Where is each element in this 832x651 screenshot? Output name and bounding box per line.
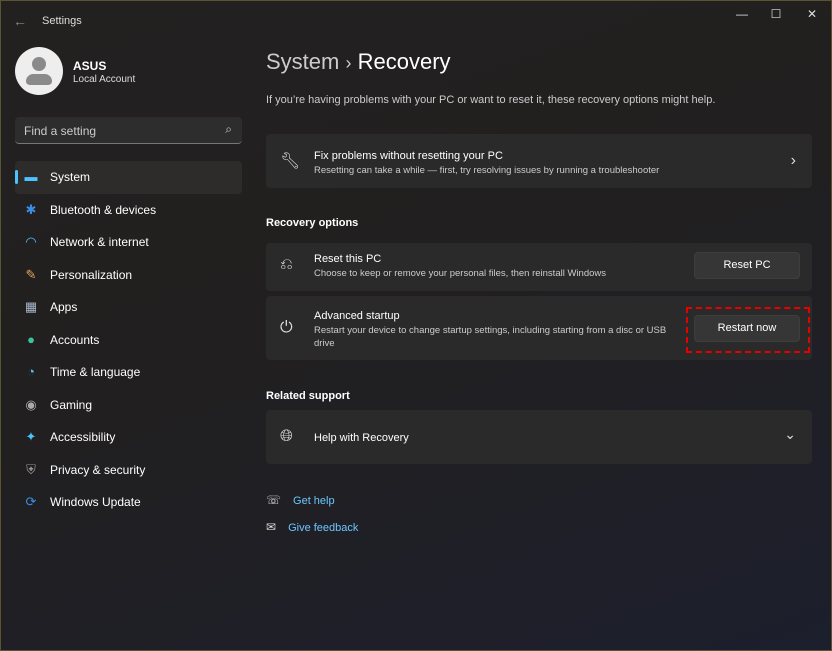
reset-pc-card: ⎌ Reset this PC Choose to keep or remove… — [266, 243, 812, 291]
search-placeholder: Find a setting — [24, 124, 97, 138]
fix-problems-card[interactable]: 🔧︎ Fix problems without resetting your P… — [266, 134, 812, 188]
give-feedback-link[interactable]: ✉ Give feedback — [266, 520, 358, 534]
gaming-icon: ◉ — [25, 396, 37, 412]
sidebar-item-label: Personalization — [50, 267, 133, 282]
sidebar-item-accessibility[interactable]: ✦ Accessibility — [15, 421, 242, 454]
feedback-icon: ✉ — [266, 520, 277, 534]
time-icon: ◔ — [27, 364, 35, 379]
reset-icon: ⎌ — [280, 256, 293, 273]
help-title: Help with Recovery — [314, 432, 409, 444]
fix-desc: Resetting can take a while — first, try … — [314, 165, 660, 176]
accounts-icon: ● — [27, 331, 35, 347]
sidebar-item-windows-update[interactable]: ⟳ Windows Update — [15, 486, 242, 519]
sidebar-item-label: Network & internet — [50, 235, 149, 249]
recovery-options-heading: Recovery options — [266, 217, 359, 229]
sidebar-item-gaming[interactable]: ◉ Gaming — [15, 389, 242, 422]
title-bar: ← Settings — ☐ ✕ — [1, 1, 831, 41]
system-icon: ▬ — [24, 169, 38, 184]
sidebar-item-time-language[interactable]: ◔ Time & language — [15, 356, 242, 389]
sidebar-item-label: System — [50, 170, 91, 184]
back-button[interactable]: ← — [13, 13, 27, 29]
advanced-desc: Restart your device to change startup se… — [314, 325, 667, 349]
sidebar-item-label: Time & language — [50, 365, 141, 379]
sidebar-item-label: Accounts — [50, 332, 100, 347]
breadcrumb-system[interactable]: System — [266, 49, 339, 74]
settings-window: ← Settings — ☐ ✕ ASUS Local Account Find… — [0, 0, 832, 651]
sidebar-item-label: Windows Update — [50, 495, 141, 509]
reset-desc: Choose to keep or remove your personal f… — [314, 268, 607, 279]
breadcrumb-recovery: Recovery — [357, 49, 451, 74]
sidebar-item-label: Apps — [50, 300, 78, 314]
close-button[interactable]: ✕ — [797, 7, 827, 23]
wrench-icon: 🔧︎ — [280, 153, 301, 170]
maximize-button[interactable]: ☐ — [761, 7, 791, 23]
sidebar-item-accounts[interactable]: ● Accounts — [15, 324, 242, 357]
sidebar-item-system[interactable]: ▬ System — [15, 161, 242, 194]
app-title: Settings — [42, 15, 82, 27]
help-icon: ☏ — [266, 493, 282, 507]
sidebar-item-label: Gaming — [50, 397, 93, 412]
avatar — [15, 47, 63, 95]
search-input[interactable]: Find a setting ⌕ — [15, 117, 242, 144]
accessibility-icon: ✦ — [25, 429, 37, 444]
apps-icon: ▦ — [24, 299, 38, 314]
personalization-icon: ✎ — [25, 266, 37, 282]
page-description: If you’re having problems with your PC o… — [266, 94, 716, 106]
sidebar-item-label: Bluetooth & devices — [50, 202, 157, 217]
help-with-recovery-card[interactable]: 🌐︎ Help with Recovery ⌄ — [266, 410, 812, 464]
account-type: Local Account — [73, 74, 136, 85]
search-icon[interactable]: ⌕ — [225, 122, 232, 137]
minimize-button[interactable]: — — [727, 7, 757, 23]
get-help-link[interactable]: ☏ Get help — [266, 493, 335, 507]
globe-icon: 🌐︎ — [280, 428, 293, 445]
sidebar-item-network-internet[interactable]: ◠ Network & internet — [15, 226, 242, 259]
power-gear-icon: ⏻ — [280, 319, 293, 336]
bluetooth-icon: ✱ — [25, 201, 37, 217]
user-profile[interactable]: ASUS Local Account — [15, 47, 135, 95]
sidebar-item-apps[interactable]: ▦ Apps — [15, 291, 242, 324]
reset-pc-button[interactable]: Reset PC — [694, 252, 800, 279]
reset-title: Reset this PC — [314, 253, 382, 265]
page-title: System › Recovery — [266, 49, 451, 75]
give-feedback-label[interactable]: Give feedback — [288, 522, 358, 534]
advanced-title: Advanced startup — [314, 310, 400, 322]
sidebar-item-label: Privacy & security — [50, 462, 146, 477]
sidebar-item-personalization[interactable]: ✎ Personalization — [15, 259, 242, 292]
sidebar-item-label: Accessibility — [50, 430, 116, 444]
network-icon: ◠ — [25, 234, 37, 249]
windows-icon: ⟳ — [25, 494, 37, 509]
fix-title: Fix problems without resetting your PC — [314, 150, 503, 162]
breadcrumb-separator: › — [345, 53, 352, 73]
chevron-right-icon: › — [790, 152, 796, 169]
sidebar-nav: ▬ System ✱ Bluetooth & devices ◠ Network & in… — [15, 161, 242, 519]
get-help-label[interactable]: Get help — [293, 495, 335, 507]
privacy-icon: ⛨ — [26, 461, 36, 477]
highlight-box — [686, 307, 810, 353]
related-support-heading: Related support — [266, 390, 350, 402]
sidebar-item-bluetooth-devices[interactable]: ✱ Bluetooth & devices — [15, 194, 242, 227]
user-name: ASUS — [73, 59, 107, 73]
chevron-down-icon: ⌄ — [784, 426, 796, 442]
sidebar-item-privacy-security[interactable]: ⛨ Privacy & security — [15, 454, 242, 487]
